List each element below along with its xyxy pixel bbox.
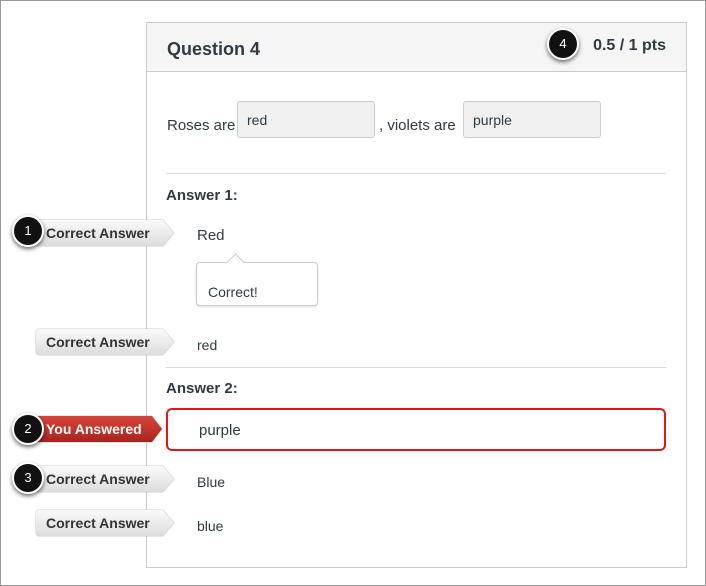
answer2-correct: Blue — [197, 474, 226, 490]
divider — [166, 367, 666, 368]
callout-badge: 2 — [12, 413, 44, 445]
answer1-heading: Answer 1: — [166, 187, 238, 204]
your-answer-box: purple — [166, 408, 666, 451]
question-points: 0.5 / 1 pts — [593, 37, 666, 54]
answer2-heading: Answer 2: — [166, 380, 238, 397]
question-title: Question 4 — [167, 39, 261, 59]
answer1-alt: red — [197, 337, 218, 353]
question-text-2: , violets are — [379, 117, 456, 134]
answer1-correct: Red — [197, 227, 225, 244]
callout-badge: 4 — [547, 28, 579, 60]
feedback-tooltip: Correct! — [196, 262, 318, 306]
blank-1: red — [237, 101, 375, 138]
divider — [166, 173, 666, 174]
question-header: Question 4 0.5 / 1 pts — [147, 23, 686, 72]
blank-2: purple — [463, 101, 601, 138]
question-text-1: Roses are — [167, 117, 236, 134]
callout-badge: 1 — [12, 215, 44, 247]
answer2-alt: blue — [197, 518, 224, 534]
callout-badge: 3 — [12, 462, 44, 494]
